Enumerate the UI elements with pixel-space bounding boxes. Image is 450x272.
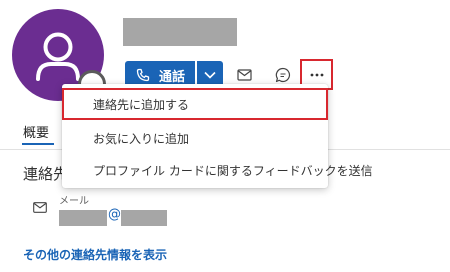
menu-item-send-feedback[interactable]: プロファイル カードに関するフィードバックを送信: [62, 154, 373, 186]
more-icon: [310, 73, 323, 76]
more-options-menu: 連絡先に追加する お気に入りに追加 プロファイル カードに関するフィードバックを…: [62, 84, 373, 188]
email-label: メール: [59, 196, 89, 207]
phone-icon: [136, 68, 150, 82]
tab-overview[interactable]: 概要: [23, 122, 49, 141]
menu-item-add-contact[interactable]: 連絡先に追加する: [62, 88, 328, 120]
chat-icon: [275, 67, 291, 83]
menu-item-label: 連絡先に追加する: [93, 97, 190, 112]
contact-name-redacted: [123, 18, 237, 46]
call-label: 通話: [159, 69, 186, 85]
menu-item-label: お気に入りに追加: [93, 131, 190, 146]
email-redacted-user: [59, 210, 107, 226]
email-redacted-domain: [121, 210, 167, 226]
mail-icon: [33, 198, 47, 217]
menu-item-add-favorite[interactable]: お気に入りに追加: [62, 122, 328, 154]
more-contact-info-link[interactable]: その他の連絡先情報を表示: [23, 246, 167, 263]
menu-item-label: プロファイル カードに関するフィードバックを送信: [93, 163, 373, 178]
chevron-down-icon: [204, 71, 216, 79]
mail-icon: [236, 69, 252, 81]
tab-active-indicator: [22, 143, 54, 145]
email-at-sign[interactable]: @: [108, 207, 121, 222]
